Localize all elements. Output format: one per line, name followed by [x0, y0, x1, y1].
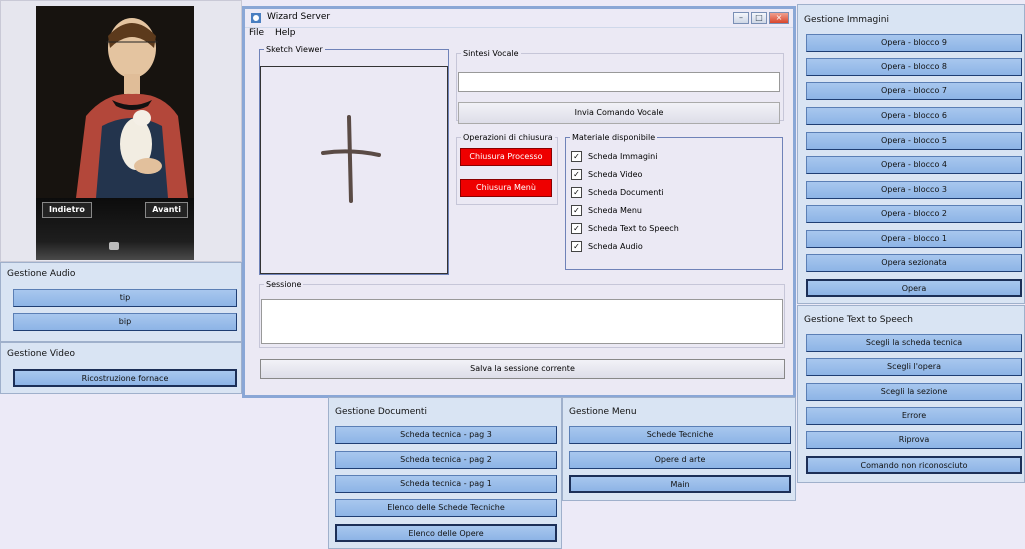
- window-title: Wizard Server: [267, 12, 331, 22]
- document-button[interactable]: Scheda tecnica - pag 1: [335, 475, 557, 493]
- sketch-viewer-label: Sketch Viewer: [266, 45, 323, 54]
- image-viewer-panel: Indietro Avanti: [0, 0, 242, 262]
- image-button[interactable]: Opera - blocco 3: [806, 181, 1022, 199]
- voice-command-input[interactable]: [458, 72, 780, 92]
- panel-title: Gestione Video: [7, 349, 76, 359]
- document-button[interactable]: Elenco delle Schede Tecniche: [335, 499, 557, 517]
- menu-button[interactable]: Main: [569, 475, 791, 493]
- next-button[interactable]: Avanti: [145, 202, 188, 218]
- panel-title: Gestione Menu: [569, 407, 637, 417]
- artwork-image: [36, 6, 194, 198]
- material-checkbox[interactable]: ✓ Scheda Menu: [571, 204, 642, 218]
- menu-bar: File Help: [249, 28, 303, 38]
- app-icon: [251, 13, 261, 23]
- session-group: Sessione: [259, 280, 785, 348]
- checkbox-checked-icon[interactable]: ✓: [571, 241, 582, 252]
- material-checkbox[interactable]: ✓ Scheda Documenti: [571, 186, 664, 200]
- minimize-icon[interactable]: –: [733, 12, 749, 24]
- wizard-server-window: Wizard Server – □ × File Help Sketch Vie…: [242, 6, 796, 398]
- image-button[interactable]: Opera - blocco 9: [806, 34, 1022, 52]
- menu-file[interactable]: File: [249, 28, 264, 38]
- available-material-group: Materiale disponibile ✓ Scheda Immagini ✓…: [565, 133, 783, 270]
- panel-title: Gestione Immagini: [804, 15, 889, 25]
- checkbox-checked-icon[interactable]: ✓: [571, 223, 582, 234]
- send-voice-command-button[interactable]: Invia Comando Vocale: [458, 102, 780, 124]
- audio-button-bip[interactable]: bip: [13, 313, 237, 331]
- viewer-control-bar: Indietro Avanti: [36, 198, 194, 260]
- checkbox-checked-icon[interactable]: ✓: [571, 169, 582, 180]
- tts-button[interactable]: Errore: [806, 407, 1022, 425]
- close-icon[interactable]: ×: [769, 12, 789, 24]
- back-button[interactable]: Indietro: [42, 202, 92, 218]
- menu-help[interactable]: Help: [275, 28, 296, 38]
- image-button[interactable]: Opera - blocco 6: [806, 107, 1022, 125]
- material-checkbox[interactable]: ✓ Scheda Text to Speech: [571, 222, 679, 236]
- image-button[interactable]: Opera - blocco 8: [806, 58, 1022, 76]
- checkbox-label: Scheda Menu: [588, 206, 642, 215]
- checkbox-checked-icon[interactable]: ✓: [571, 205, 582, 216]
- material-checkbox[interactable]: ✓ Scheda Audio: [571, 240, 643, 254]
- closing-operations-label: Operazioni di chiusura: [463, 133, 553, 142]
- audio-panel: Gestione Audio tip bip: [0, 262, 242, 342]
- sketch-viewer: Sketch Viewer: [259, 45, 449, 275]
- voice-synthesis-label: Sintesi Vocale: [463, 49, 519, 58]
- close-process-button[interactable]: Chiusura Processo: [460, 148, 552, 166]
- image-button[interactable]: Opera - blocco 2: [806, 205, 1022, 223]
- session-label: Sessione: [266, 280, 302, 289]
- checkbox-label: Scheda Text to Speech: [588, 224, 679, 233]
- image-button[interactable]: Opera sezionata: [806, 254, 1022, 272]
- sketch-canvas[interactable]: [260, 66, 448, 274]
- checkbox-label: Scheda Immagini: [588, 152, 658, 161]
- menu-button[interactable]: Opere d arte: [569, 451, 791, 469]
- closing-operations-group: Operazioni di chiusura Chiusura Processo…: [456, 133, 558, 205]
- tts-button[interactable]: Scegli l'opera: [806, 358, 1022, 376]
- panel-title: Gestione Audio: [7, 269, 76, 279]
- menus-panel: Gestione Menu Schede Tecniche Opere d ar…: [562, 397, 796, 501]
- checkbox-checked-icon[interactable]: ✓: [571, 151, 582, 162]
- material-checkbox[interactable]: ✓ Scheda Video: [571, 168, 642, 182]
- image-button[interactable]: Opera: [806, 279, 1022, 297]
- keyboard-icon[interactable]: [109, 242, 119, 250]
- maximize-icon[interactable]: □: [751, 12, 767, 24]
- document-button[interactable]: Elenco delle Opere: [335, 524, 557, 542]
- tts-button[interactable]: Comando non riconosciuto: [806, 456, 1022, 474]
- image-button[interactable]: Opera - blocco 1: [806, 230, 1022, 248]
- document-button[interactable]: Scheda tecnica - pag 3: [335, 426, 557, 444]
- save-session-button[interactable]: Salva la sessione corrente: [260, 359, 785, 379]
- material-checkbox[interactable]: ✓ Scheda Immagini: [571, 150, 657, 164]
- tts-button[interactable]: Riprova: [806, 431, 1022, 449]
- image-button[interactable]: Opera - blocco 5: [806, 132, 1022, 150]
- menu-button[interactable]: Schede Tecniche: [569, 426, 791, 444]
- images-panel: Gestione Immagini Opera - blocco 9 Opera…: [797, 4, 1025, 304]
- audio-button-tip[interactable]: tip: [13, 289, 237, 307]
- tts-panel: Gestione Text to Speech Scegli la scheda…: [797, 305, 1025, 483]
- document-button[interactable]: Scheda tecnica - pag 2: [335, 451, 557, 469]
- documents-panel: Gestione Documenti Scheda tecnica - pag …: [328, 397, 562, 549]
- checkbox-label: Scheda Audio: [588, 242, 643, 251]
- panel-title: Gestione Documenti: [335, 407, 427, 417]
- checkbox-label: Scheda Video: [588, 170, 643, 179]
- checkbox-label: Scheda Documenti: [588, 188, 664, 197]
- checkbox-checked-icon[interactable]: ✓: [571, 187, 582, 198]
- window-titlebar: Wizard Server – □ ×: [245, 9, 793, 28]
- tts-button[interactable]: Scegli la sezione: [806, 383, 1022, 401]
- tts-button[interactable]: Scegli la scheda tecnica: [806, 334, 1022, 352]
- voice-synthesis-group: Sintesi Vocale Invia Comando Vocale: [456, 49, 784, 124]
- video-button-ricostruzione[interactable]: Ricostruzione fornace: [13, 369, 237, 387]
- close-menu-button[interactable]: Chiusura Menù: [460, 179, 552, 197]
- panel-title: Gestione Text to Speech: [804, 315, 913, 325]
- image-button[interactable]: Opera - blocco 4: [806, 156, 1022, 174]
- image-button[interactable]: Opera - blocco 7: [806, 82, 1022, 100]
- session-textarea[interactable]: [261, 299, 783, 344]
- video-panel: Gestione Video Ricostruzione fornace: [0, 342, 242, 394]
- available-material-label: Materiale disponibile: [572, 133, 656, 142]
